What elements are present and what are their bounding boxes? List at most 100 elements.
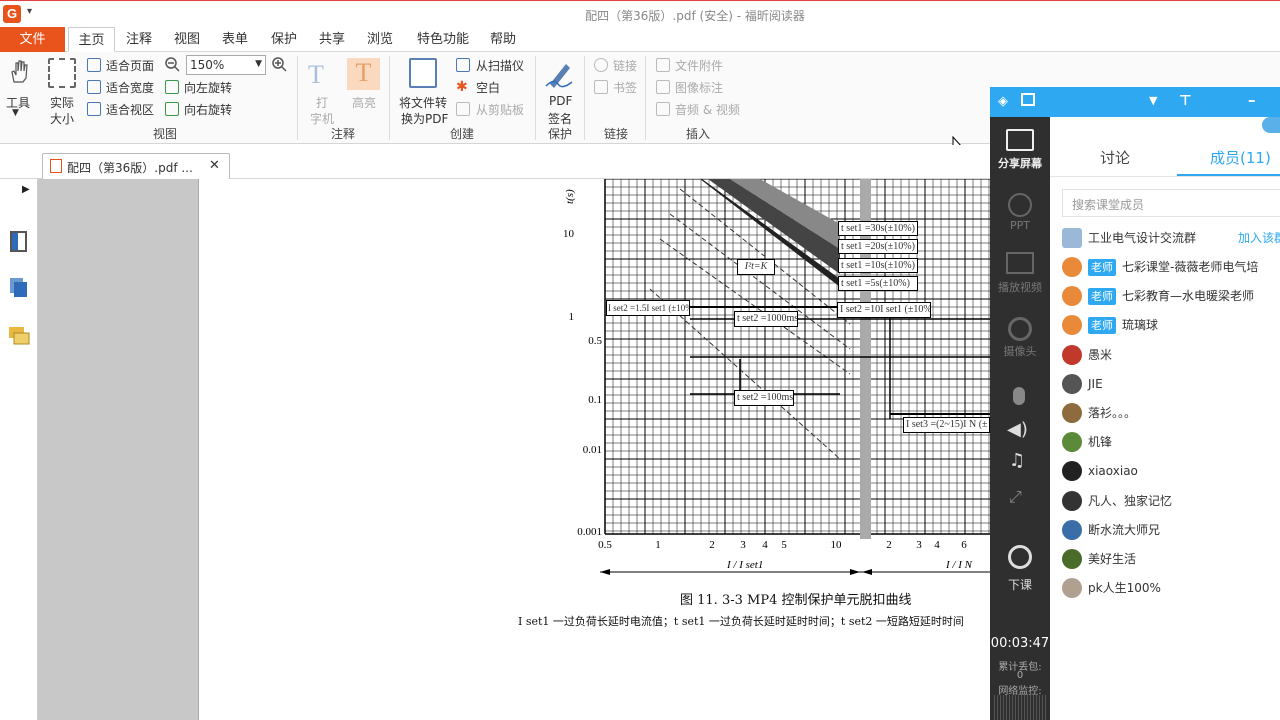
actual-size-label-2[interactable]: 大小 <box>50 110 74 127</box>
share-screen-icon[interactable] <box>1006 129 1034 151</box>
play-video-icon[interactable] <box>1006 252 1034 274</box>
pin-icon[interactable]: ⊤ <box>1179 93 1192 109</box>
side-tab-handle[interactable] <box>1262 117 1280 133</box>
fullscreen-icon[interactable]: ⤢ <box>1009 487 1022 507</box>
actual-size-icon[interactable] <box>48 58 76 88</box>
from-clipboard-button[interactable]: 从剪贴板 <box>476 101 524 118</box>
member-row[interactable]: 美好生活 <box>1062 547 1280 571</box>
close-tab-icon[interactable]: ✕ <box>209 158 220 173</box>
menu-protect[interactable]: 保护 <box>263 27 305 52</box>
attachment-icon[interactable] <box>656 58 670 72</box>
ppt-icon[interactable] <box>1008 193 1032 217</box>
fit-view-button[interactable]: 适合视区 <box>106 101 154 118</box>
menu-form[interactable]: 表单 <box>214 27 256 52</box>
tab-members[interactable]: 成员(11) <box>1210 147 1271 168</box>
join-group-link[interactable]: 加入该群 <box>1238 226 1280 250</box>
ppt-button[interactable]: PPT <box>990 219 1050 232</box>
menu-share[interactable]: 共享 <box>311 27 353 52</box>
member-search-input[interactable]: 搜索课堂成员 <box>1062 189 1280 217</box>
zoom-dropdown-icon[interactable]: ▼ <box>255 59 262 69</box>
actual-size-label-1[interactable]: 实际 <box>50 94 74 111</box>
member-name: 断水流大师兄 <box>1088 522 1161 537</box>
menu-help[interactable]: 帮助 <box>482 27 524 52</box>
scanner-icon[interactable] <box>456 58 470 72</box>
bookmark-button[interactable]: 书签 <box>613 79 637 96</box>
audio-video-button[interactable]: 音频 & 视频 <box>675 101 740 118</box>
rotate-left-icon[interactable] <box>165 80 179 94</box>
end-class-icon[interactable] <box>1008 545 1032 569</box>
zoom-in-icon[interactable] <box>271 56 287 72</box>
typewriter-label-1[interactable]: 打 <box>316 94 328 111</box>
microphone-icon[interactable] <box>1013 387 1025 405</box>
camera-button[interactable]: 摄像头 <box>990 343 1050 359</box>
member-row[interactable]: 老师 琉璃球 <box>1062 313 1280 337</box>
member-row[interactable]: xiaoxiao <box>1062 459 1280 483</box>
menu-file[interactable]: 文件 <box>0 27 65 52</box>
collapse-dropdown-icon[interactable]: ▼ <box>1149 94 1157 107</box>
fit-page-icon[interactable] <box>87 58 101 72</box>
pdf-sign-icon[interactable] <box>544 56 576 90</box>
speaker-icon[interactable]: ◀) <box>1007 419 1028 440</box>
link-button[interactable]: 链接 <box>613 57 637 74</box>
image-annotation-button[interactable]: 图像标注 <box>675 79 723 96</box>
expand-panel-icon[interactable]: ▶ <box>22 184 30 195</box>
audio-video-icon[interactable] <box>656 102 670 116</box>
member-row[interactable]: 凡人、独家记忆 <box>1062 489 1280 513</box>
music-icon[interactable]: ♫ <box>1009 450 1025 471</box>
tab-document[interactable]: 配四（第36版）.pdf ... ✕ <box>42 153 230 179</box>
rotate-right-icon[interactable] <box>165 102 179 116</box>
hand-tool-icon[interactable] <box>8 58 30 84</box>
camera-icon[interactable] <box>1008 317 1032 341</box>
member-row[interactable]: 老师 七彩教育—水电暖梁老师 <box>1062 284 1280 308</box>
file-attachment-button[interactable]: 文件附件 <box>675 57 723 74</box>
group-row[interactable]: 工业电气设计交流群 加入该群 <box>1062 226 1280 250</box>
menu-comment[interactable]: 注释 <box>118 27 160 52</box>
convert-pdf-label-2[interactable]: 换为PDF <box>401 110 448 127</box>
member-row[interactable]: 老师 七彩课堂-薇薇老师电气培 <box>1062 255 1280 279</box>
blank-page-icon[interactable]: ✱ <box>456 79 468 95</box>
convert-to-pdf-icon[interactable] <box>409 58 437 88</box>
blank-button[interactable]: 空白 <box>476 79 500 96</box>
member-row[interactable]: 机锋 <box>1062 430 1280 454</box>
share-screen-button[interactable]: 分享屏幕 <box>990 155 1050 171</box>
diamond-icon[interactable]: ◈ <box>998 94 1008 109</box>
image-annotation-icon[interactable] <box>656 80 670 94</box>
layers-icon[interactable] <box>9 277 29 299</box>
tab-discussion[interactable]: 讨论 <box>1100 147 1130 168</box>
highlight-icon[interactable]: T <box>347 58 380 90</box>
highlight-button[interactable]: 高亮 <box>352 94 376 111</box>
member-row[interactable]: 落衫。。。 <box>1062 401 1280 425</box>
from-scanner-button[interactable]: 从扫描仪 <box>476 57 524 74</box>
member-row[interactable]: 断水流大师兄 <box>1062 518 1280 542</box>
page-thumbnail-icon[interactable] <box>10 231 27 252</box>
comments-icon[interactable] <box>8 325 30 347</box>
tool-dropdown-icon[interactable]: ▼ <box>12 108 19 118</box>
zoom-select[interactable]: 150% ▼ <box>186 55 266 75</box>
fit-page-button[interactable]: 适合页面 <box>106 57 154 74</box>
menu-view[interactable]: 视图 <box>166 27 208 52</box>
minimize-icon[interactable]: – <box>1248 91 1256 109</box>
x-axis-label-left: I / I set1 <box>726 559 763 571</box>
typewriter-icon[interactable]: T <box>308 60 336 89</box>
share-out-icon[interactable] <box>1021 93 1035 106</box>
play-video-button[interactable]: 播放视频 <box>990 279 1050 295</box>
convert-pdf-label-1[interactable]: 将文件转 <box>399 94 447 111</box>
links-group-label: 链接 <box>603 127 628 141</box>
fit-width-button[interactable]: 适合宽度 <box>106 79 154 96</box>
menu-home[interactable]: 主页 <box>68 27 115 52</box>
pdf-sign-label-1[interactable]: PDF <box>549 94 572 108</box>
rotate-left-button[interactable]: 向左旋转 <box>184 79 232 96</box>
rotate-right-button[interactable]: 向右旋转 <box>184 101 232 118</box>
menu-browse[interactable]: 浏览 <box>359 27 401 52</box>
end-class-button[interactable]: 下课 <box>990 576 1050 593</box>
member-row[interactable]: 愚米 <box>1062 343 1280 367</box>
fit-width-icon[interactable] <box>87 80 101 94</box>
clipboard-icon[interactable] <box>456 102 470 116</box>
menu-features[interactable]: 特色功能 <box>408 27 478 52</box>
zoom-out-icon[interactable] <box>164 56 180 72</box>
fit-view-icon[interactable] <box>87 102 101 116</box>
member-row[interactable]: JIE <box>1062 372 1280 396</box>
link-icon[interactable] <box>594 58 608 72</box>
bookmark-icon[interactable] <box>594 80 608 94</box>
member-row[interactable]: pk人生100% <box>1062 576 1280 600</box>
